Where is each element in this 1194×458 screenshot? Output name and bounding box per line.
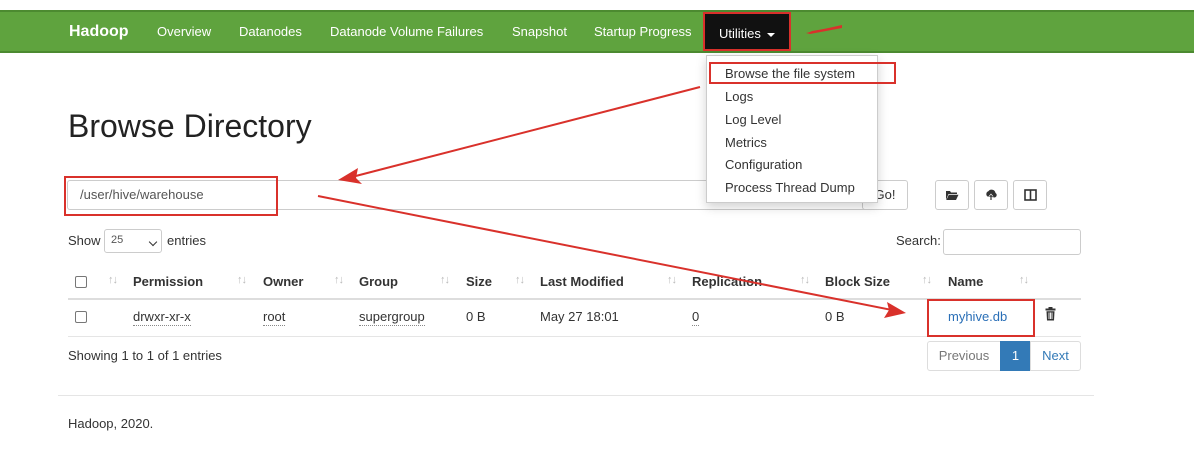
nav-datanode-volume-failures[interactable]: Datanode Volume Failures: [330, 12, 483, 51]
column-header-name[interactable]: Name: [948, 274, 983, 289]
cell-size: 0 B: [466, 309, 486, 324]
footer-text: Hadoop, 2020.: [68, 416, 154, 431]
nav-startup-progress[interactable]: Startup Progress: [594, 12, 692, 51]
entries-label: entries: [167, 233, 207, 248]
nav-utilities-dropdown[interactable]: Utilities: [703, 12, 791, 51]
cell-last-modified: May 27 18:01: [540, 309, 619, 324]
table-info-summary: Showing 1 to 1 of 1 entries: [68, 348, 222, 363]
menu-item-process-thread-dump[interactable]: Process Thread Dump: [725, 180, 855, 195]
upload-button[interactable]: [974, 180, 1008, 210]
top-navbar: Hadoop Overview Datanodes Datanode Volum…: [0, 10, 1194, 53]
columns-icon: [1023, 189, 1037, 201]
upload-icon: [986, 189, 997, 200]
column-header-group[interactable]: Group: [359, 274, 398, 289]
nav-snapshot[interactable]: Snapshot: [512, 12, 567, 51]
footer-divider: [58, 395, 1094, 396]
nav-datanodes[interactable]: Datanodes: [239, 12, 302, 51]
cell-owner[interactable]: root: [263, 309, 286, 326]
sort-icon[interactable]: ↑↓: [440, 274, 450, 286]
sort-icon[interactable]: ↑↓: [108, 274, 118, 286]
caret-down-icon: [766, 32, 775, 37]
row-select-checkbox[interactable]: [75, 311, 87, 323]
select-all-checkbox[interactable]: [75, 276, 87, 288]
sort-icon[interactable]: ↑↓: [334, 274, 344, 286]
create-directory-button[interactable]: [935, 180, 969, 210]
menu-item-metrics[interactable]: Metrics: [725, 135, 767, 150]
column-header-permission[interactable]: Permission: [133, 274, 203, 289]
cell-block-size: 0 B: [825, 309, 845, 324]
pagination-page-current[interactable]: 1: [1000, 341, 1031, 371]
column-header-replication[interactable]: Replication: [692, 274, 762, 289]
entries-per-page-select[interactable]: 25: [104, 229, 162, 253]
nav-utilities-label: Utilities: [719, 26, 761, 41]
brand-link[interactable]: Hadoop: [69, 12, 129, 51]
cell-replication[interactable]: 0: [692, 309, 700, 326]
table-row-divider: [68, 336, 1081, 337]
chevron-down-icon: [148, 237, 158, 247]
sort-icon[interactable]: ↑↓: [1019, 274, 1029, 286]
show-label: Show: [68, 233, 101, 248]
page-title: Browse Directory: [68, 108, 312, 144]
sort-icon[interactable]: ↑↓: [667, 274, 677, 286]
search-input[interactable]: [943, 229, 1081, 255]
column-header-size[interactable]: Size: [466, 274, 492, 289]
folder-open-icon: [946, 191, 959, 200]
utilities-dropdown-menu: Browse the file system Logs Log Level Me…: [706, 55, 896, 203]
pagination-previous[interactable]: Previous: [927, 341, 1001, 371]
cell-name-link[interactable]: myhive.db: [948, 309, 1007, 324]
sort-icon[interactable]: ↑↓: [515, 274, 525, 286]
arrow-to-path-input: [338, 86, 701, 184]
cell-group[interactable]: supergroup: [359, 309, 425, 326]
pagination-next[interactable]: Next: [1030, 341, 1081, 371]
cut-paste-button[interactable]: [1013, 180, 1047, 210]
column-header-owner[interactable]: Owner: [263, 274, 303, 289]
column-header-last-modified[interactable]: Last Modified: [540, 274, 624, 289]
search-label: Search:: [896, 233, 941, 248]
delete-button[interactable]: [1045, 307, 1056, 324]
nav-overview[interactable]: Overview: [157, 12, 211, 51]
menu-item-browse-file-system[interactable]: Browse the file system: [725, 66, 855, 81]
sort-icon[interactable]: ↑↓: [800, 274, 810, 286]
cell-permission[interactable]: drwxr-xr-x: [133, 309, 191, 326]
sort-icon[interactable]: ↑↓: [237, 274, 247, 286]
menu-item-log-level[interactable]: Log Level: [725, 112, 781, 127]
menu-item-configuration[interactable]: Configuration: [725, 157, 802, 172]
column-header-block-size[interactable]: Block Size: [825, 274, 890, 289]
entries-per-page-value: 25: [111, 234, 124, 246]
trash-icon: [1045, 307, 1056, 321]
menu-item-logs[interactable]: Logs: [725, 89, 753, 104]
table-header-divider: [68, 298, 1081, 300]
sort-icon[interactable]: ↑↓: [922, 274, 932, 286]
